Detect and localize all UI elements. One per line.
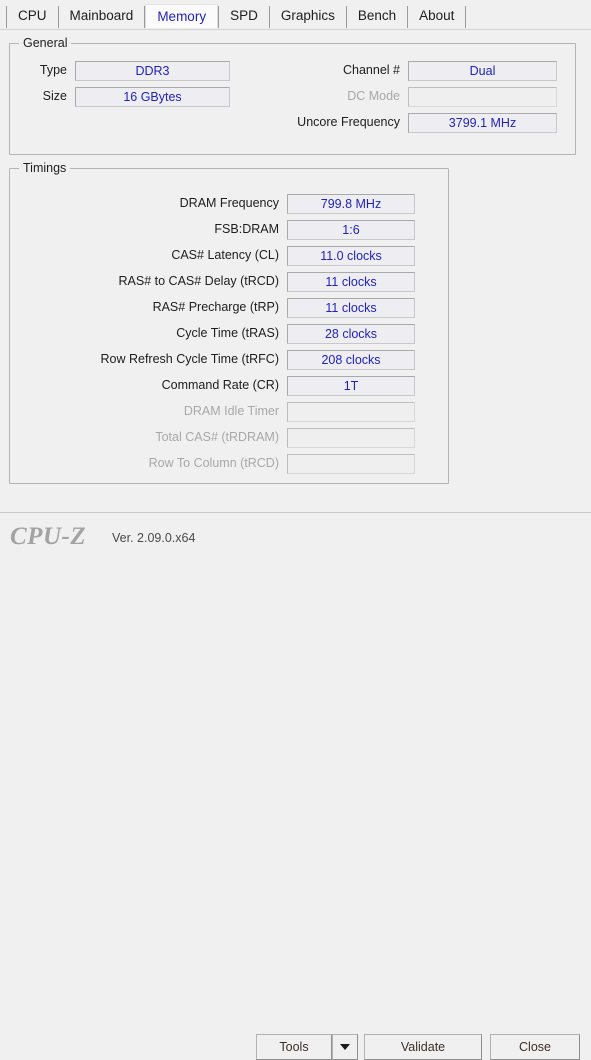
cpuz-logo: CPU-Z [10, 523, 87, 550]
tab-graphics[interactable]: Graphics [269, 4, 346, 28]
general-row-size: Size 16 GBytes [15, 86, 230, 107]
general-row-dc-mode: DC Mode [260, 86, 557, 107]
value-uncore-frequency: 3799.1 MHz [408, 112, 557, 133]
timings-row-command-rate-cr: Command Rate (CR) 1T [15, 375, 415, 396]
label-row-to-column-trcd: Row To Column (tRCD) [148, 456, 279, 470]
version-label: Ver. 2.09.0.x64 [112, 531, 196, 545]
tab-bench[interactable]: Bench [346, 4, 408, 28]
label-dc-mode: DC Mode [347, 89, 400, 103]
value-fsbdram: 1:6 [287, 219, 415, 240]
value-ras-to-cas-delay-trcd: 11 clocks [287, 271, 415, 292]
general-group: General Type DDR3 Size 16 GBytes Channel # D… [9, 36, 576, 155]
tab-cpu[interactable]: CPU [7, 4, 58, 28]
label-type: Type [39, 63, 67, 77]
label-ras-to-cas-delay-trcd: RAS# to CAS# Delay (tRCD) [118, 274, 279, 288]
tab-memory[interactable]: Memory [145, 4, 219, 28]
value-size: 16 GBytes [75, 86, 230, 107]
tab-label: CPU [18, 8, 47, 23]
tab-label: Graphics [280, 8, 335, 23]
timings-row-row-to-column-trcd: Row To Column (tRCD) [15, 453, 415, 474]
tools-button-label: Tools [279, 1040, 309, 1054]
timings-row-row-refresh-cycle-time-trfc: Row Refresh Cycle Time (tRFC) 208 clocks [15, 349, 415, 370]
tab-label: Mainboard [69, 8, 134, 23]
tab-label: About [419, 8, 455, 23]
value-cas-latency-cl: 11.0 clocks [287, 245, 415, 266]
label-row-refresh-cycle-time-trfc: Row Refresh Cycle Time (tRFC) [100, 352, 280, 366]
close-button[interactable]: Close [490, 1034, 580, 1060]
general-row-type: Type DDR3 [15, 60, 230, 81]
timings-row-cas-latency-cl: CAS# Latency (CL) 11.0 clocks [15, 245, 415, 266]
timings-row-cycle-time-tras: Cycle Time (tRAS) 28 clocks [15, 323, 415, 344]
label-cas-latency-cl: CAS# Latency (CL) [171, 248, 279, 262]
tab-label: SPD [230, 8, 258, 23]
label-channel: Channel # [343, 63, 400, 77]
tab-separator [465, 6, 467, 28]
timings-group-legend: Timings [19, 161, 71, 175]
tab-spd[interactable]: SPD [219, 4, 269, 28]
label-ras-precharge-trp: RAS# Precharge (tRP) [152, 300, 279, 314]
label-command-rate-cr: Command Rate (CR) [161, 378, 279, 392]
label-cycle-time-tras: Cycle Time (tRAS) [176, 326, 279, 340]
validate-button[interactable]: Validate [364, 1034, 482, 1060]
value-dc-mode [408, 86, 557, 107]
value-dram-idle-timer [287, 401, 415, 422]
general-row-uncore-frequency: Uncore Frequency 3799.1 MHz [260, 112, 557, 133]
close-button-label: Close [519, 1040, 551, 1054]
tab-label: Memory [157, 9, 207, 24]
value-type: DDR3 [75, 60, 230, 81]
value-command-rate-cr: 1T [287, 375, 415, 396]
validate-button-label: Validate [400, 1040, 446, 1054]
label-dram-frequency: DRAM Frequency [179, 196, 279, 210]
timings-row-ras-to-cas-delay-trcd: RAS# to CAS# Delay (tRCD) 11 clocks [15, 271, 415, 292]
timings-group: Timings DRAM Frequency 799.8 MHz FSB:DRAM 1… [9, 161, 449, 484]
chevron-down-icon [340, 1044, 350, 1050]
general-group-legend: General [19, 36, 72, 50]
value-row-to-column-trcd [287, 453, 415, 474]
value-cycle-time-tras: 28 clocks [287, 323, 415, 344]
tools-button[interactable]: Tools [256, 1034, 332, 1060]
tools-dropdown-button[interactable] [332, 1034, 358, 1060]
timings-row-ras-precharge-trp: RAS# Precharge (tRP) 11 clocks [15, 297, 415, 318]
label-dram-idle-timer: DRAM Idle Timer [183, 404, 279, 418]
timings-row-dram-idle-timer: DRAM Idle Timer [15, 401, 415, 422]
label-fsbdram: FSB:DRAM [214, 222, 279, 236]
timings-row-fsbdram: FSB:DRAM 1:6 [15, 219, 415, 240]
tab-label: Bench [357, 8, 397, 23]
label-size: Size [42, 89, 67, 103]
label-total-cas-trdram: Total CAS# (tRDRAM) [155, 430, 279, 444]
value-row-refresh-cycle-time-trfc: 208 clocks [287, 349, 415, 370]
timings-row-total-cas-trdram: Total CAS# (tRDRAM) [15, 427, 415, 448]
value-total-cas-trdram [287, 427, 415, 448]
value-ras-precharge-trp: 11 clocks [287, 297, 415, 318]
value-channel: Dual [408, 60, 557, 81]
value-dram-frequency: 799.8 MHz [287, 193, 415, 214]
tab-mainboard[interactable]: Mainboard [58, 4, 145, 28]
memory-tab-panel: General Type DDR3 Size 16 GBytes Channel # D… [0, 29, 591, 512]
footer-bar: CPU-Z Ver. 2.09.0.x64 Tools Validate Clo… [0, 512, 591, 1060]
label-uncore-frequency: Uncore Frequency [297, 115, 400, 129]
tab-bar: CPU Mainboard Memory SPD Graphics Bench About [0, 0, 591, 30]
timings-row-dram-frequency: DRAM Frequency 799.8 MHz [15, 193, 415, 214]
general-row-channel: Channel # Dual [260, 60, 557, 81]
tab-about[interactable]: About [408, 4, 466, 28]
